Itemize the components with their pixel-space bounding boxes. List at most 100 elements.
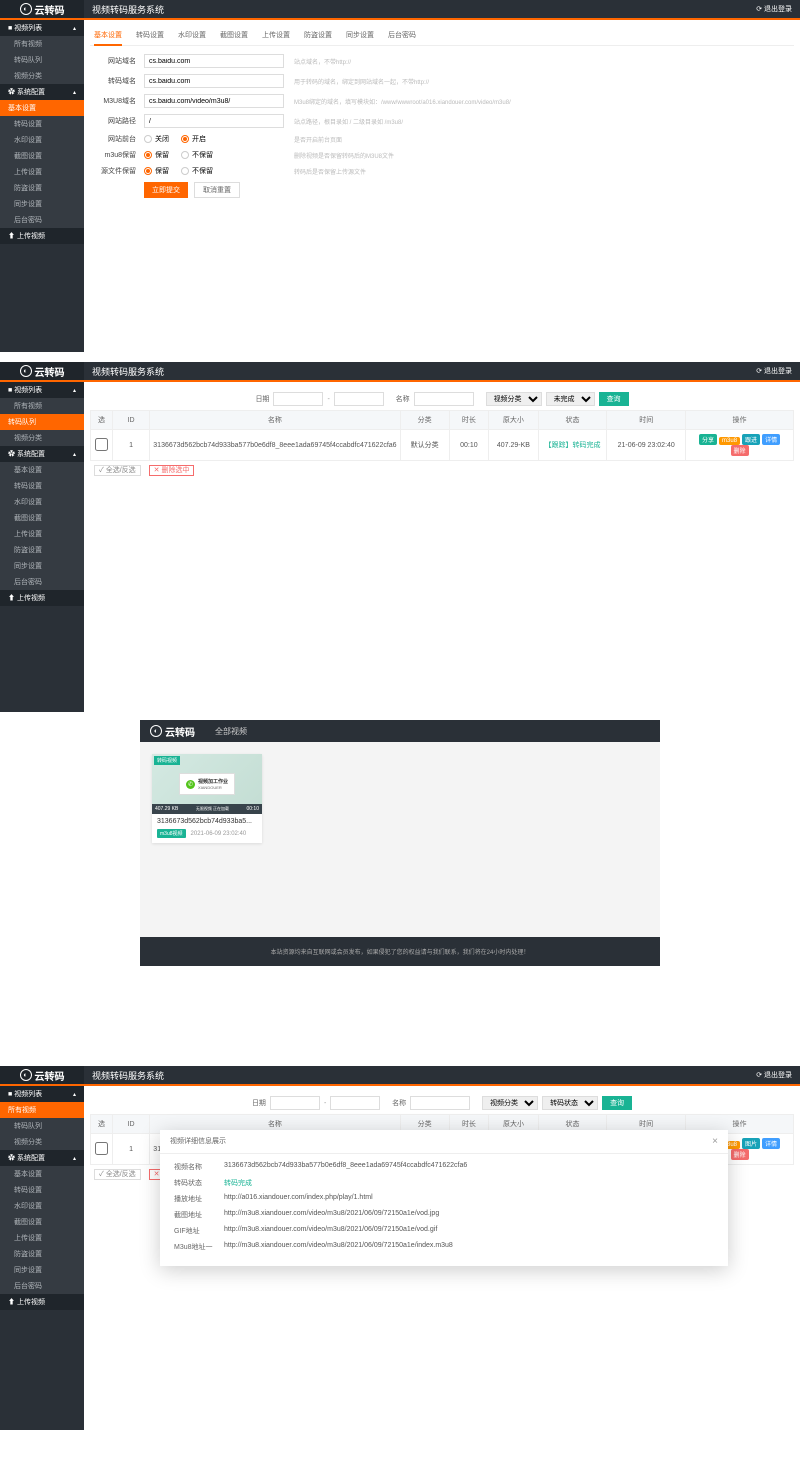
sidebar-sys-config[interactable]: ✿ 系统配置▴ xyxy=(0,84,84,100)
row-cat: 默认分类 xyxy=(400,430,449,461)
tab-sync[interactable]: 同步设置 xyxy=(346,26,374,45)
radio-src-keep[interactable]: 保留 xyxy=(144,166,169,176)
op-track[interactable]: 跟进 xyxy=(742,434,760,445)
sidebar-screenshot[interactable]: 截图设置 xyxy=(0,148,84,164)
sidebar-queue[interactable]: 转码队列 xyxy=(0,1118,84,1134)
sidebar-queue[interactable]: 转码队列 xyxy=(0,414,84,430)
sidebar-category[interactable]: 视频分类 xyxy=(0,1134,84,1150)
filter-name-input[interactable] xyxy=(414,392,474,406)
op-m3u8[interactable]: m3u8 xyxy=(719,437,740,445)
tab-transcode[interactable]: 转码设置 xyxy=(136,26,164,45)
sidebar-upload[interactable]: 上传设置 xyxy=(0,526,84,542)
op-detail[interactable]: 详情 xyxy=(762,434,780,445)
sidebar-basic[interactable]: 基本设置 xyxy=(0,1166,84,1182)
op-delete[interactable]: 删除 xyxy=(731,1149,749,1160)
sidebar-watermark[interactable]: 水印设置 xyxy=(0,132,84,148)
sidebar-watermark[interactable]: 水印设置 xyxy=(0,1198,84,1214)
filter-name-input[interactable] xyxy=(410,1096,470,1110)
tab-upload[interactable]: 上传设置 xyxy=(262,26,290,45)
filter-date-to[interactable] xyxy=(330,1096,380,1110)
op-share[interactable]: 分享 xyxy=(699,434,717,445)
sidebar-category[interactable]: 视频分类 xyxy=(0,430,84,446)
filter-category-select[interactable]: 视频分类 xyxy=(486,392,542,406)
sidebar-category[interactable]: 视频分类 xyxy=(0,68,84,84)
submit-button[interactable]: 立即提交 xyxy=(144,182,188,198)
sidebar-sys-config[interactable]: ✿ 系统配置▴ xyxy=(0,1150,84,1166)
op-image[interactable]: 图片 xyxy=(742,1138,760,1149)
delete-selected-button[interactable]: ✕ 删除选中 xyxy=(149,465,195,476)
reset-button[interactable]: 取消重置 xyxy=(194,182,240,198)
sidebar-all-videos[interactable]: 所有视频 xyxy=(0,36,84,52)
radio-m3u8-del[interactable]: 不保留 xyxy=(181,150,213,160)
hint-site-path: 站点路径，根目录如 / 二级目录如 /m3u8/ xyxy=(294,117,403,126)
sidebar-all-videos[interactable]: 所有视频 xyxy=(0,398,84,414)
input-site-path[interactable] xyxy=(144,114,284,128)
sidebar-antileech[interactable]: 防盗设置 xyxy=(0,180,84,196)
video-card[interactable]: 转码视频 ✆ 视频加工作业XIANDOUER 407.29 KB 无限视频 正在… xyxy=(152,754,262,843)
sidebar-antileech[interactable]: 防盗设置 xyxy=(0,1246,84,1262)
sidebar-upload-video[interactable]: ⬆ 上传视频 xyxy=(0,590,84,606)
input-site-domain[interactable] xyxy=(144,54,284,68)
filter-status-select[interactable]: 未完成 xyxy=(546,392,595,406)
sidebar-sys-config[interactable]: ✿ 系统配置▴ xyxy=(0,446,84,462)
logo: ◐云转码 xyxy=(0,0,84,18)
sidebar-video-list[interactable]: ■ 视频列表▴ xyxy=(0,382,84,398)
sidebar-transcode[interactable]: 转码设置 xyxy=(0,116,84,132)
tab-antileech[interactable]: 防盗设置 xyxy=(304,26,332,45)
op-delete[interactable]: 删除 xyxy=(731,445,749,456)
sidebar-screenshot[interactable]: 截图设置 xyxy=(0,510,84,526)
sidebar-video-list[interactable]: ■ 视频列表▴ xyxy=(0,1086,84,1102)
table-row: 1 3136673d562bcb74d933ba577b0e6df8_8eee1… xyxy=(91,430,794,461)
logout-link[interactable]: ⟳ 退出登录 xyxy=(756,4,792,14)
tab-basic[interactable]: 基本设置 xyxy=(94,26,122,46)
filter-category-select[interactable]: 视频分类 xyxy=(482,1096,538,1110)
op-detail[interactable]: 详情 xyxy=(762,1138,780,1149)
filter-date-to[interactable] xyxy=(334,392,384,406)
row-checkbox[interactable] xyxy=(95,438,108,451)
logo: ◐云转码 xyxy=(0,1066,84,1084)
sidebar-basic[interactable]: 基本设置 xyxy=(0,100,84,116)
sidebar-password[interactable]: 后台密码 xyxy=(0,1278,84,1294)
sidebar-upload[interactable]: 上传设置 xyxy=(0,164,84,180)
radio-site-bg-on[interactable]: 开启 xyxy=(181,134,206,144)
sidebar-basic[interactable]: 基本设置 xyxy=(0,462,84,478)
sidebar-transcode[interactable]: 转码设置 xyxy=(0,478,84,494)
input-m3u8-domain[interactable] xyxy=(144,94,284,108)
sidebar-upload-video[interactable]: ⬆ 上传视频 xyxy=(0,1294,84,1310)
tab-screenshot[interactable]: 截图设置 xyxy=(220,26,248,45)
query-button[interactable]: 查询 xyxy=(602,1096,632,1110)
sidebar-password[interactable]: 后台密码 xyxy=(0,212,84,228)
sidebar-sync[interactable]: 同步设置 xyxy=(0,558,84,574)
row-id: 1 xyxy=(112,430,149,461)
row-checkbox[interactable] xyxy=(95,1142,108,1155)
input-trans-domain[interactable] xyxy=(144,74,284,88)
tab-password[interactable]: 后台密码 xyxy=(388,26,416,45)
filter-date-from[interactable] xyxy=(273,392,323,406)
sidebar-video-list[interactable]: ■ 视频列表▴ xyxy=(0,20,84,36)
sidebar-all-videos[interactable]: 所有视频 xyxy=(0,1102,84,1118)
sidebar-password[interactable]: 后台密码 xyxy=(0,574,84,590)
sidebar-upload-video[interactable]: ⬆ 上传视频 xyxy=(0,228,84,244)
radio-src-del[interactable]: 不保留 xyxy=(181,166,213,176)
logout-link[interactable]: ⟳ 退出登录 xyxy=(756,1070,792,1080)
radio-site-bg-off[interactable]: 关闭 xyxy=(144,134,169,144)
close-icon[interactable]: × xyxy=(712,1136,718,1147)
select-all-button[interactable]: ✓ 全选/反选 xyxy=(94,1169,141,1180)
sidebar-upload[interactable]: 上传设置 xyxy=(0,1230,84,1246)
logout-link[interactable]: ⟳ 退出登录 xyxy=(756,366,792,376)
query-button[interactable]: 查询 xyxy=(599,392,629,406)
select-all-button[interactable]: ✓ 全选/反选 xyxy=(94,465,141,476)
sidebar-sync[interactable]: 同步设置 xyxy=(0,196,84,212)
filter-date-from[interactable] xyxy=(270,1096,320,1110)
tab-watermark[interactable]: 水印设置 xyxy=(178,26,206,45)
filter-status-select[interactable]: 转码状态 xyxy=(542,1096,598,1110)
sidebar-sync[interactable]: 同步设置 xyxy=(0,1262,84,1278)
sidebar-watermark[interactable]: 水印设置 xyxy=(0,494,84,510)
sidebar-antileech[interactable]: 防盗设置 xyxy=(0,542,84,558)
filter-name-label: 名称 xyxy=(392,1098,406,1108)
sidebar-screenshot[interactable]: 截图设置 xyxy=(0,1214,84,1230)
sidebar-transcode[interactable]: 转码设置 xyxy=(0,1182,84,1198)
sidebar-queue[interactable]: 转码队列 xyxy=(0,52,84,68)
radio-m3u8-keep[interactable]: 保留 xyxy=(144,150,169,160)
nav-all-videos[interactable]: 全部视频 xyxy=(215,726,247,737)
